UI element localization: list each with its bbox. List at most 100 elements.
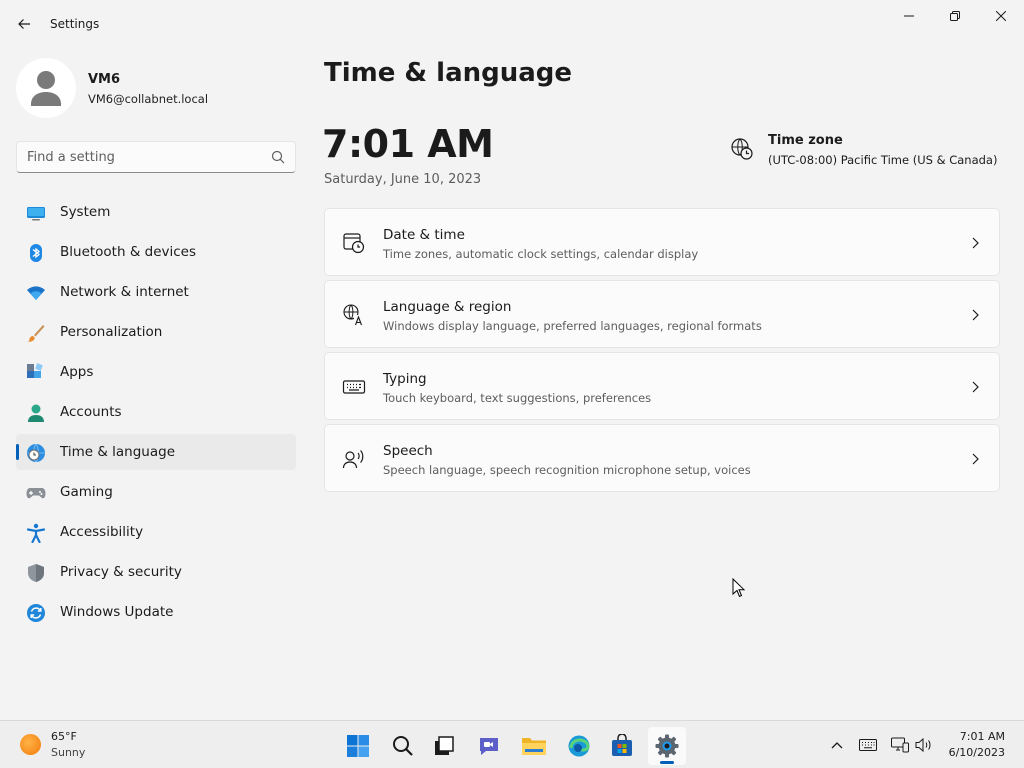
bluetooth-icon bbox=[30, 244, 42, 262]
weather-temperature: 65°F bbox=[51, 730, 77, 743]
user-profile[interactable]: VM6 VM6@collabnet.local bbox=[16, 58, 296, 118]
sidebar-item-label: Accessibility bbox=[60, 524, 144, 540]
task-view-icon bbox=[435, 736, 454, 755]
sidebar-item-personalization[interactable]: Personalization bbox=[16, 314, 296, 350]
weather-condition: Sunny bbox=[51, 746, 86, 759]
sidebar-item-label: Privacy & security bbox=[60, 564, 182, 580]
chevron-right-icon bbox=[972, 381, 979, 393]
shield-icon bbox=[28, 564, 44, 582]
keyboard-icon bbox=[859, 739, 877, 751]
chevron-right-icon bbox=[972, 237, 979, 249]
arrow-left-icon bbox=[18, 19, 30, 29]
sidebar-item-time-language[interactable]: Time & language bbox=[16, 434, 296, 470]
sidebar-item-label: Accounts bbox=[60, 404, 122, 420]
taskbar-start-button[interactable] bbox=[339, 727, 377, 765]
title-bar: Settings bbox=[0, 0, 1024, 48]
edge-icon bbox=[568, 735, 590, 757]
globe-clock-icon bbox=[27, 443, 45, 463]
apps-icon bbox=[27, 363, 43, 378]
mouse-cursor-icon bbox=[732, 578, 746, 598]
close-button[interactable] bbox=[978, 0, 1024, 32]
volume-icon bbox=[915, 737, 931, 753]
taskbar-search-button[interactable] bbox=[384, 727, 422, 765]
card-title: Date & time bbox=[383, 227, 465, 243]
volume-button[interactable] bbox=[914, 735, 934, 755]
maximize-button[interactable] bbox=[932, 0, 978, 32]
sidebar-item-label: Time & language bbox=[60, 444, 176, 460]
language-icon bbox=[343, 304, 365, 326]
typing-card[interactable]: Typing Touch keyboard, text suggestions,… bbox=[324, 352, 1000, 420]
close-icon bbox=[996, 11, 1006, 21]
search-icon bbox=[393, 736, 413, 756]
chevron-up-icon bbox=[831, 742, 843, 749]
taskbar-clock-date[interactable]: 6/10/2023 bbox=[949, 746, 1005, 759]
network-icon bbox=[891, 737, 909, 753]
sidebar-item-label: Network & internet bbox=[60, 284, 189, 300]
restore-icon bbox=[950, 11, 960, 21]
sidebar-item-bluetooth[interactable]: Bluetooth & devices bbox=[16, 234, 296, 270]
back-button[interactable] bbox=[10, 10, 38, 38]
sidebar-item-label: System bbox=[60, 204, 111, 220]
accounts-icon bbox=[28, 404, 44, 422]
minimize-button[interactable] bbox=[886, 0, 932, 32]
sidebar-item-privacy[interactable]: Privacy & security bbox=[16, 554, 296, 590]
sidebar-item-apps[interactable]: Apps bbox=[16, 354, 296, 390]
show-hidden-icons-button[interactable] bbox=[827, 735, 847, 755]
sidebar-item-label: Bluetooth & devices bbox=[60, 244, 197, 260]
windows-start-icon bbox=[347, 735, 369, 757]
paintbrush-icon bbox=[27, 325, 45, 342]
globe-clock-icon bbox=[731, 138, 753, 160]
taskbar-clock-time[interactable]: 7:01 AM bbox=[960, 730, 1005, 743]
windows-update-icon bbox=[27, 604, 45, 622]
sun-icon bbox=[20, 734, 41, 755]
taskbar-edge-button[interactable] bbox=[560, 727, 598, 765]
language-region-card[interactable]: Language & region Windows display langua… bbox=[324, 280, 1000, 348]
accessibility-icon bbox=[26, 523, 46, 543]
timezone-value: (UTC-08:00) Pacific Time (US & Canada) bbox=[768, 153, 998, 167]
sidebar-item-system[interactable]: System bbox=[16, 194, 296, 230]
avatar bbox=[16, 58, 76, 118]
sidebar-nav: System Bluetooth & devices Network & int… bbox=[16, 194, 296, 634]
search-box[interactable] bbox=[16, 141, 296, 173]
current-date: Saturday, June 10, 2023 bbox=[324, 172, 482, 187]
card-subtitle: Windows display language, preferred lang… bbox=[383, 319, 762, 333]
sidebar-item-gaming[interactable]: Gaming bbox=[16, 474, 296, 510]
timezone-title: Time zone bbox=[768, 133, 843, 148]
sidebar-item-accessibility[interactable]: Accessibility bbox=[16, 514, 296, 550]
gear-icon bbox=[655, 734, 679, 758]
taskbar-task-view-button[interactable] bbox=[425, 727, 463, 765]
sidebar-item-accounts[interactable]: Accounts bbox=[16, 394, 296, 430]
card-title: Typing bbox=[383, 371, 427, 387]
taskbar-chat-button[interactable] bbox=[470, 727, 508, 765]
speech-icon bbox=[342, 450, 364, 469]
search-icon[interactable] bbox=[271, 150, 285, 164]
sidebar-item-windows-update[interactable]: Windows Update bbox=[16, 594, 296, 630]
card-title: Speech bbox=[383, 443, 433, 459]
user-name: VM6 bbox=[88, 72, 121, 87]
calendar-clock-icon bbox=[343, 233, 365, 254]
person-avatar-icon bbox=[31, 71, 61, 106]
input-indicator-button[interactable] bbox=[858, 735, 878, 755]
taskbar-file-explorer-button[interactable] bbox=[515, 727, 553, 765]
chevron-right-icon bbox=[972, 453, 979, 465]
page-title: Time & language bbox=[324, 58, 573, 88]
network-button[interactable] bbox=[890, 735, 910, 755]
chevron-right-icon bbox=[972, 309, 979, 321]
speech-card[interactable]: Speech Speech language, speech recogniti… bbox=[324, 424, 1000, 492]
user-email: VM6@collabnet.local bbox=[88, 92, 209, 106]
current-time: 7:01 AM bbox=[322, 122, 494, 166]
sidebar-item-network[interactable]: Network & internet bbox=[16, 274, 296, 310]
taskbar-settings-button[interactable] bbox=[648, 727, 686, 765]
sidebar-item-label: Apps bbox=[60, 364, 94, 380]
folder-icon bbox=[522, 738, 546, 755]
date-time-card[interactable]: Date & time Time zones, automatic clock … bbox=[324, 208, 1000, 276]
app-title: Settings bbox=[50, 17, 100, 31]
sidebar-item-label: Windows Update bbox=[60, 604, 174, 620]
taskbar-store-button[interactable] bbox=[603, 727, 641, 765]
card-title: Language & region bbox=[383, 299, 512, 315]
chat-icon bbox=[480, 738, 498, 755]
search-input[interactable] bbox=[27, 142, 267, 172]
card-subtitle: Touch keyboard, text suggestions, prefer… bbox=[383, 391, 652, 405]
minimize-icon bbox=[904, 15, 914, 17]
monitor-icon bbox=[27, 207, 45, 221]
